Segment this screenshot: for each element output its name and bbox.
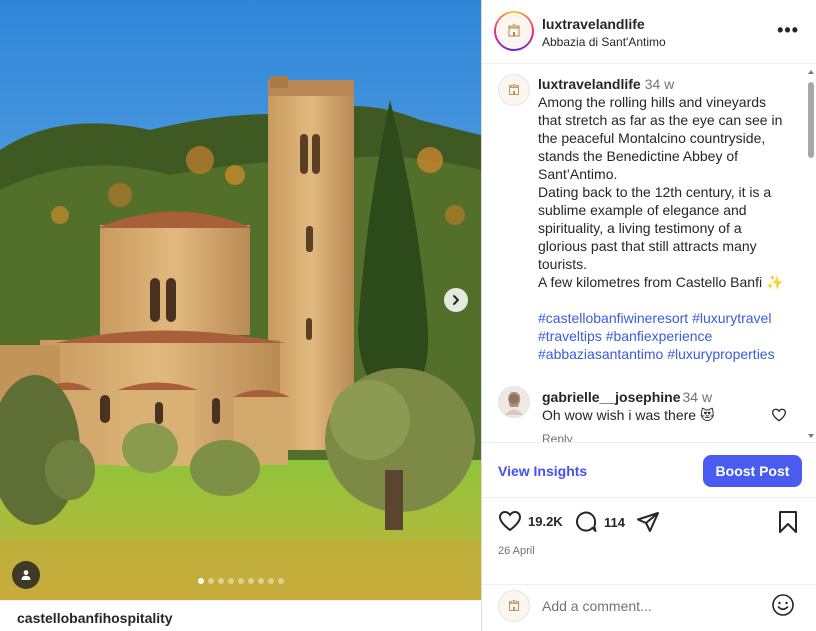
boost-post-button[interactable]: Boost Post [703,455,802,487]
emoji-picker-button[interactable] [771,593,795,620]
scroll-thumb[interactable] [808,82,814,158]
carousel-dot [247,578,254,584]
caption-line: Sant’Antimo. [538,166,618,182]
caption-line: the peaceful Montalcino countryside, [538,130,766,146]
comments-count: 114 [604,514,625,530]
caption-line: spirituality, a living testimony of a [538,220,742,236]
media-footer: castellobanfihospitality [0,600,481,631]
post-location[interactable]: Abbazia di Sant'Antimo [542,35,666,49]
comment-text: Oh wow wish i was there 😻 [542,407,715,423]
caption-line: Dating back to the 12th century, it is a [538,184,772,200]
view-insights-link[interactable]: View Insights [498,463,587,479]
person-photo-icon [499,387,529,417]
caption-text: Among the rolling hills and vineyards tha… [538,93,788,291]
post-side-panel: luxtravelandlife Abbazia di Sant'Antimo … [481,0,816,631]
comment-icon [576,511,597,532]
chevron-right-icon [453,295,459,305]
carousel-dot [197,578,204,584]
like-comment-button[interactable] [771,408,787,425]
tagged-account-name[interactable]: castellobanfihospitality [17,610,173,626]
bookmark-icon [779,511,797,533]
hashtag-line[interactable]: #castellobanfiwineresort #luxurytravel [538,309,788,327]
commenter-username[interactable]: gabrielle__josephine 34 w [542,389,712,405]
carousel-indicator [0,578,481,584]
more-options-button[interactable]: ••• [777,20,799,41]
post-media[interactable] [0,0,481,600]
scroll-up-arrow[interactable] [808,70,814,74]
post-date[interactable]: 26 April [498,545,535,557]
caption-line: tourists. [538,256,588,272]
author-username[interactable]: luxtravelandlife [542,16,645,32]
add-comment-input[interactable] [542,598,752,614]
heart-icon [498,510,522,532]
comments-section[interactable]: luxtravelandlife 34 w Among the rolling h… [482,64,816,442]
author-avatar[interactable] [494,11,534,51]
next-image-button[interactable] [444,288,468,312]
smiley-icon [772,594,794,616]
commenter-avatar[interactable] [498,386,530,418]
castle-logo-icon [509,84,519,95]
hashtag-line[interactable]: #abbaziasantantimo #luxuryproperties [538,345,788,363]
reply-link[interactable]: Reply [542,432,573,442]
like-button[interactable]: 19.2K [498,510,563,532]
carousel-dot [237,578,244,584]
current-user-avatar [498,590,530,622]
comments-scrollbar[interactable] [807,66,815,440]
comment-button[interactable]: 114 [574,510,625,534]
castle-logo-icon [508,24,520,37]
post-actions: 19.2K 114 [482,510,816,540]
caption-line: A few kilometres from Castello Banfi ✨ [538,274,784,290]
castle-logo-icon [509,600,519,611]
carousel-dot [207,578,214,584]
caption-line: glorious past that still attracts many [538,238,757,254]
scroll-down-arrow[interactable] [808,434,814,438]
caption-line: that stretch as far as the eye can see i… [538,112,783,128]
post-header: luxtravelandlife Abbazia di Sant'Antimo … [482,0,816,64]
carousel-dot [267,578,274,584]
hashtag-line[interactable]: #traveltips #banfiexperience [538,327,788,345]
caption-line: sublime example of elegance and [538,202,747,218]
heart-icon [771,408,787,422]
caption-line: stands the Benedictine Abbey of [538,148,739,164]
add-comment-bar [482,584,816,631]
carousel-dot [257,578,264,584]
abbey-photo [0,0,481,600]
save-button[interactable] [778,510,798,534]
carousel-dot [217,578,224,584]
caption-time: 34 w [644,76,675,92]
caption-author-avatar[interactable] [498,74,530,106]
send-icon [637,512,659,532]
tagged-users-button[interactable] [12,561,40,589]
insights-bar: View Insights Boost Post [482,442,816,498]
share-button[interactable] [636,510,660,534]
caption-username[interactable]: luxtravelandlife [538,76,641,92]
post-caption: luxtravelandlife 34 w Among the rolling h… [538,75,788,363]
likes-count[interactable]: 19.2K [528,514,563,529]
carousel-dot [277,578,284,584]
comment-time: 34 w [682,389,713,405]
caption-hashtags: #castellobanfiwineresort #luxurytravel #t… [538,309,788,363]
carousel-dot [227,578,234,584]
caption-line: Among the rolling hills and vineyards [538,94,767,110]
